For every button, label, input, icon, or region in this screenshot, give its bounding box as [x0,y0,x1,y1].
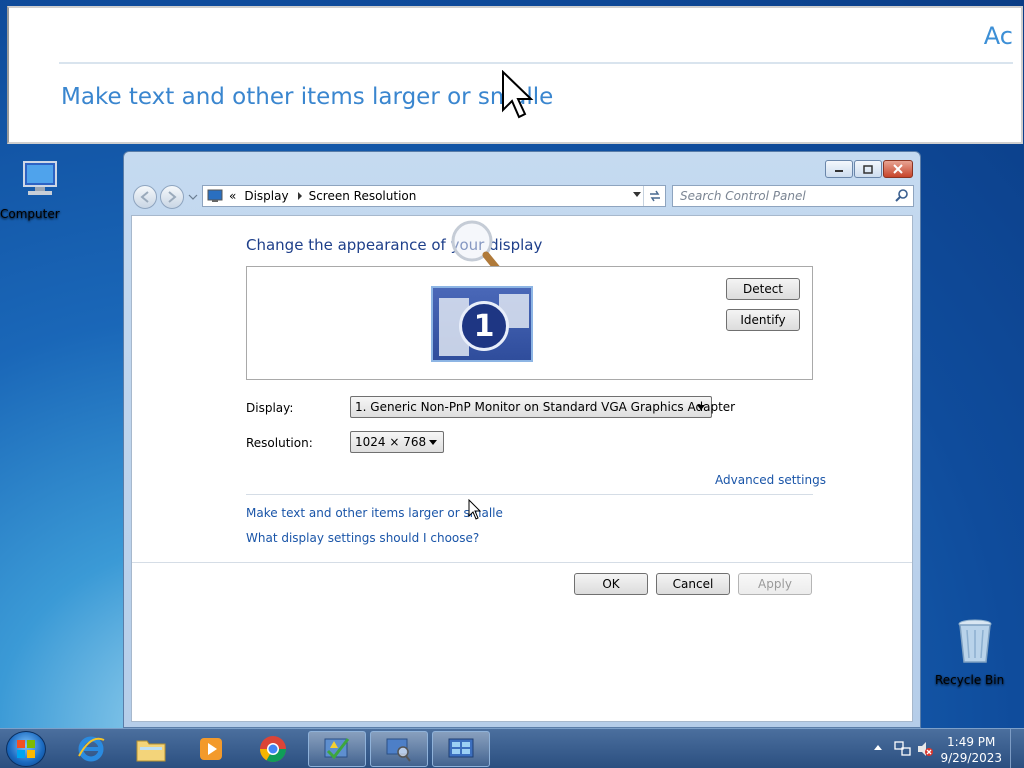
identify-button[interactable]: Identify [726,309,800,331]
breadcrumb-chevrons[interactable]: « [229,189,236,203]
back-arrow-icon [140,191,149,203]
magnifier-view: Ac Make text and other items larger or s… [7,6,1023,144]
apply-button: Apply [738,573,812,595]
navigation-bar: « Display Screen Resolution Search Contr… [132,184,914,210]
forward-button[interactable] [160,185,184,209]
folder-icon [136,740,166,762]
cancel-button[interactable]: Cancel [656,573,730,595]
display-settings-help-link[interactable]: What display settings should I choose? [246,531,479,545]
display-search-icon [386,738,411,762]
chevron-down-icon [697,405,705,410]
monitor-number: 1 [459,301,509,351]
action-center-icon [324,738,350,760]
screen-resolution-window: « Display Screen Resolution Search Contr… [123,151,921,728]
chrome-icon [259,736,287,763]
breadcrumb-item-screen-resolution[interactable]: Screen Resolution [309,189,417,203]
media-player-icon [200,738,222,760]
resolution-label: Resolution: [246,436,313,450]
mouse-cursor-icon [468,499,482,520]
divider [246,494,813,495]
show-hidden-icons-icon[interactable] [874,744,882,750]
detect-button[interactable]: Detect [726,278,800,300]
display-select[interactable]: 1. Generic Non-PnP Monitor on Standard V… [350,396,735,418]
magnifier-cursor-icon [502,70,534,119]
advanced-settings-link[interactable]: Advanced settings [715,473,826,487]
desktop-icon-recycle-bin[interactable]: Recycle Bin [935,618,1015,687]
computer-icon [23,161,57,195]
recycle-bin-icon [958,619,992,663]
desktop-icon-label: Recycle Bin [935,673,1005,687]
system-tray: 1:49 PM 9/29/2023 [864,729,1024,768]
taskbar-action-center[interactable] [308,731,366,767]
display-control-panel-icon [207,189,223,202]
volume-muted-icon[interactable] [916,740,934,758]
display-select-value: 1. Generic Non-PnP Monitor on Standard V… [355,400,736,414]
breadcrumb-item-display[interactable]: Display [244,189,288,203]
close-button[interactable] [883,160,913,178]
address-bar[interactable]: « Display Screen Resolution [202,185,666,207]
internet-explorer-icon [78,736,105,762]
network-icon[interactable] [894,740,912,758]
taskbar-media-player[interactable] [182,731,240,767]
breadcrumb-separator-icon[interactable] [297,192,303,200]
taskbar-screen-resolution[interactable] [432,731,490,767]
control-panel-icon [448,738,474,758]
monitor-1-tile[interactable]: 1 [431,286,533,362]
taskbar: 1:49 PM 9/29/2023 [0,728,1024,768]
minimize-button[interactable] [825,160,853,178]
address-dropdown-icon[interactable] [633,192,641,198]
window-controls [825,160,913,178]
back-button[interactable] [133,185,157,209]
close-icon [893,164,903,174]
search-input[interactable]: Search Control Panel [672,185,914,207]
refresh-button[interactable] [643,186,665,206]
monitor-preview-area: 1 Detect Identify [246,266,813,380]
taskbar-chrome[interactable] [244,731,302,767]
divider [132,562,912,563]
ok-button[interactable]: OK [574,573,648,595]
magnifier-separator [59,62,1013,64]
show-desktop-button[interactable] [1010,729,1024,768]
desktop-icon-computer[interactable]: Computer [0,160,80,221]
recent-pages-dropdown-icon[interactable] [188,193,198,201]
clock-time: 1:49 PM [947,735,996,749]
magnifier-link-text: Make text and other items larger or smal… [61,84,554,110]
forward-arrow-icon [168,191,177,203]
taskbar-internet-explorer[interactable] [62,731,120,767]
magnifier-partial-text: Ac [983,22,1013,50]
desktop-icon-label: Computer [0,207,60,221]
search-placeholder: Search Control Panel [680,189,806,203]
display-label: Display: [246,401,294,415]
maximize-button[interactable] [854,160,882,178]
clock-date: 9/29/2023 [940,751,1002,765]
restore-icon [863,164,873,174]
start-button[interactable] [6,731,46,767]
windows-logo-icon [17,740,35,758]
taskbar-file-explorer[interactable] [122,731,180,767]
resolution-select-value: 1024 × 768 [355,435,427,449]
chevron-down-icon [429,440,437,445]
taskbar-display-control-panel[interactable] [370,731,428,767]
content-pane: Change the appearance of your display 1 … [131,215,913,722]
minimize-icon [835,170,843,172]
resolution-select[interactable]: 1024 × 768 [350,431,444,453]
text-size-link[interactable]: Make text and other items larger or smal… [246,506,503,520]
search-icon[interactable] [895,189,909,203]
refresh-icon [649,190,660,202]
clock[interactable]: 1:49 PM 9/29/2023 [940,734,1002,766]
